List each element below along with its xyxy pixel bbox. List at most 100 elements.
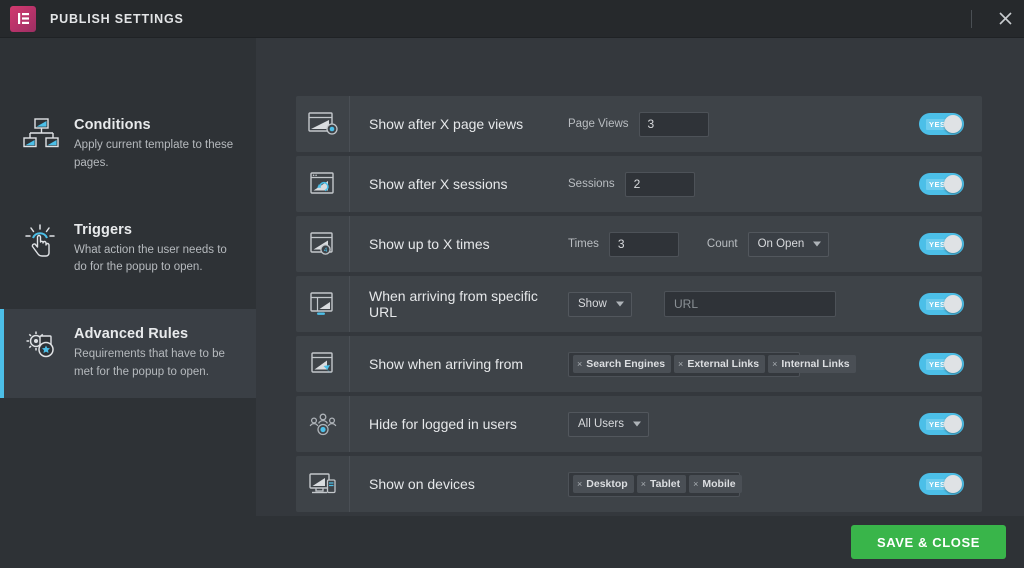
rule-label: Hide for logged in users — [369, 416, 517, 432]
times-input[interactable] — [608, 231, 679, 257]
rule-toggle[interactable]: YES — [919, 113, 964, 135]
field-label: Times — [568, 238, 599, 250]
rules-list: Show after X page views Page Views YES — [256, 38, 1024, 516]
toggle-knob — [944, 295, 962, 313]
referrer-tags[interactable]: × Search Engines × External Links × Interna… — [568, 351, 856, 377]
modal-header: PUBLISH SETTINGS — [0, 0, 1024, 38]
rule-label: When arriving from specific URL — [369, 288, 538, 320]
tag-label: Internal Links — [781, 358, 850, 370]
modal-body: Conditions Apply current template to the… — [0, 38, 1024, 516]
field-label: Page Views — [568, 118, 629, 130]
url-icon — [296, 276, 350, 332]
rule-controls: × Search Engines × External Links × Interna… — [568, 351, 919, 377]
table-row: Show on devices × Desktop × Tablet × Mobile… — [296, 456, 982, 512]
sessions-input[interactable] — [624, 171, 695, 197]
toggle-knob — [944, 475, 962, 493]
table-row: Hide for logged in users All Users YES — [296, 396, 982, 452]
save-and-close-button[interactable]: SAVE & CLOSE — [850, 525, 1006, 559]
remove-icon[interactable]: × — [693, 479, 698, 489]
page-views-input[interactable] — [638, 111, 709, 137]
arriving-from-icon — [296, 336, 350, 392]
click-hand-icon — [18, 221, 64, 267]
rule-toggle[interactable]: YES — [919, 413, 964, 435]
users-select[interactable]: All Users — [568, 411, 650, 437]
rule-toggle[interactable]: YES — [919, 293, 964, 315]
tag-chip[interactable]: × Desktop — [573, 475, 634, 493]
close-icon[interactable] — [986, 0, 1024, 38]
sidebar-item-desc: What action the user needs to do for the… — [74, 243, 227, 274]
sidebar-item-title: Conditions — [74, 117, 151, 133]
sidebar-item-title: Advanced Rules — [74, 326, 189, 343]
rule-controls: All Users — [568, 411, 919, 437]
tag-chip[interactable]: × External Links — [674, 355, 766, 373]
sidebar-item-advanced-rules[interactable]: Advanced Rules Requirements that have to… — [0, 309, 256, 398]
remove-icon[interactable]: × — [678, 359, 683, 369]
chevron-down-icon — [616, 301, 624, 307]
tag-chip[interactable]: × Internal Links — [768, 355, 856, 373]
devices-icon — [296, 456, 350, 512]
table-row: Show when arriving from × Search Engines … — [296, 336, 982, 392]
sidebar-item-conditions[interactable]: Conditions Apply current template to the… — [0, 100, 256, 189]
header-actions — [971, 0, 1024, 37]
users-group-icon — [296, 396, 350, 452]
sidebar-item-triggers-text: Triggers What action the user needs to d… — [64, 221, 238, 278]
sidebar-item-desc: Requirements that have to be met for the… — [74, 348, 225, 379]
table-row: 4 Show up to X times Times Count On Open… — [296, 216, 982, 272]
gear-star-icon — [18, 325, 64, 371]
tag-label: Desktop — [586, 478, 628, 490]
rule-label: Show after X sessions — [369, 176, 508, 192]
sessions-icon — [296, 156, 350, 212]
page-views-icon — [296, 96, 350, 152]
count-label: Count — [706, 238, 738, 250]
chevron-down-icon — [813, 241, 822, 247]
rule-toggle[interactable]: YES — [919, 173, 964, 195]
tag-chip[interactable]: × Search Engines — [573, 355, 672, 373]
remove-icon[interactable]: × — [577, 359, 582, 369]
page-title: PUBLISH SETTINGS — [50, 11, 184, 26]
table-row: When arriving from specific URL Show YES — [296, 276, 982, 332]
remove-icon[interactable]: × — [577, 479, 582, 489]
times-icon: 4 — [296, 216, 350, 272]
remove-icon[interactable]: × — [772, 359, 777, 369]
rule-label: Show on devices — [369, 476, 475, 492]
devices-tags[interactable]: × Desktop × Tablet × Mobile — [568, 471, 742, 497]
rule-toggle[interactable]: YES — [919, 353, 964, 375]
count-select-value: On Open — [757, 238, 805, 250]
header-divider — [971, 9, 972, 28]
table-row: Show after X sessions Sessions YES — [296, 156, 982, 212]
sidebar-item-advanced-rules-text: Advanced Rules Requirements that have to… — [64, 325, 238, 382]
tag-label: Mobile — [702, 478, 736, 490]
publish-settings-modal: PUBLISH SETTINGS Conditions Apply curren… — [0, 0, 1024, 568]
rule-toggle[interactable]: YES — [919, 233, 964, 255]
table-row: Show after X page views Page Views YES — [296, 96, 982, 152]
rule-controls: Sessions — [568, 171, 919, 197]
tag-label: External Links — [687, 358, 760, 370]
rule-controls: Times Count On Open — [568, 231, 919, 257]
toggle-knob — [944, 415, 962, 433]
modal-footer: SAVE & CLOSE — [0, 516, 1024, 568]
rule-toggle[interactable]: YES — [919, 473, 964, 495]
rule-controls: × Desktop × Tablet × Mobile — [568, 471, 919, 497]
chevron-down-icon — [633, 421, 642, 427]
url-input[interactable] — [664, 291, 836, 317]
users-select-value: All Users — [578, 418, 625, 430]
tag-chip[interactable]: × Tablet — [636, 475, 687, 493]
sidebar-item-title: Triggers — [74, 221, 133, 238]
sidebar-item-desc: Apply current template to these pages. — [74, 139, 234, 169]
rule-controls: Page Views — [568, 111, 919, 137]
count-select[interactable]: On Open — [747, 231, 830, 257]
url-mode-select[interactable]: Show — [568, 291, 632, 317]
tag-label: Tablet — [649, 478, 681, 490]
remove-icon[interactable]: × — [641, 479, 646, 489]
tag-label: Search Engines — [586, 358, 666, 370]
tag-chip[interactable]: × Mobile — [689, 475, 742, 493]
rule-label: Show after X page views — [369, 116, 524, 132]
field-label: Sessions — [568, 178, 615, 190]
sidebar: Conditions Apply current template to the… — [0, 38, 256, 516]
sidebar-item-triggers[interactable]: Triggers What action the user needs to d… — [0, 205, 256, 294]
elementor-logo-icon — [10, 5, 36, 32]
rule-label: Show when arriving from — [369, 356, 524, 372]
rule-label: Show up to X times — [369, 236, 490, 252]
